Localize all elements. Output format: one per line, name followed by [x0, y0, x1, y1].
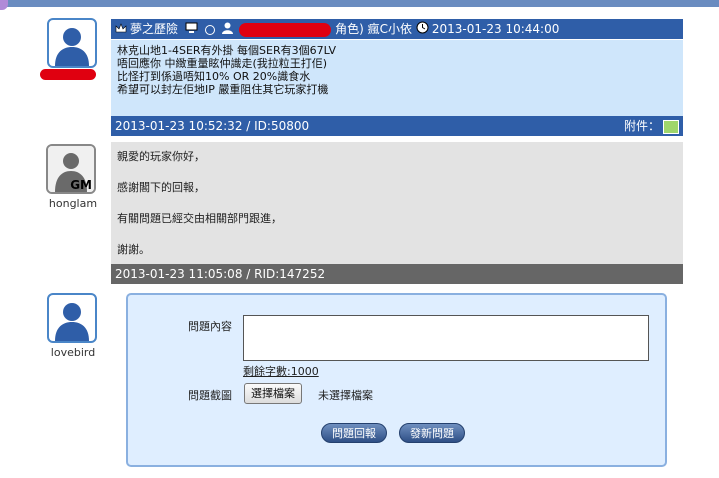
screenshot-label: 問題截圖 [188, 389, 232, 402]
top-bar [0, 0, 719, 10]
avatar [47, 18, 97, 68]
server-name: 瘋C小依 [367, 22, 413, 36]
crown-icon [115, 20, 127, 40]
role-suffix: 角色) [335, 22, 364, 36]
reply-line: 感謝閣下的回報， [117, 181, 205, 194]
computer-icon [185, 20, 198, 40]
player-name: 夢之歷險 [130, 22, 179, 36]
content-textarea[interactable] [243, 315, 649, 361]
image-thumbnail-icon[interactable] [663, 119, 679, 134]
post-line: 希望可以封左佢地IP 嚴重阻住其它玩家打機 [117, 83, 329, 96]
reply-line: 親愛的玩家你好， [117, 150, 205, 163]
post-header: 夢之歷險 角色) 瘋C小依 2013-01-23 10:44:00 [111, 19, 683, 39]
post-body: 林克山地1-4SER有外掛 每個SER有3個67LV 唔回應你 中緻重量眩仲識走… [111, 40, 683, 116]
my-username: lovebird [50, 346, 96, 359]
server-dot-icon [204, 24, 215, 35]
top-corner-decoration [0, 0, 8, 10]
attachment-label: 附件： [623, 119, 660, 133]
remaining-chars: 剩餘字數:1000 [243, 365, 319, 378]
attachment[interactable]: 附件： [624, 116, 679, 136]
reply-body: 親愛的玩家你好， 感謝閣下的回報， 有關問題已經交由相關部門跟進， 謝謝。 [111, 142, 683, 264]
clock-icon [416, 20, 429, 40]
reply-footer: 2013-01-23 11:05:08 / RID:147252 [111, 264, 683, 284]
post-footer-text: 2013-01-23 10:52:32 / ID:50800 [115, 119, 310, 133]
person-icon [221, 20, 233, 40]
no-file-text: 未選擇檔案 [318, 389, 373, 402]
redaction-mark [40, 69, 96, 80]
user-silhouette-icon [55, 303, 89, 341]
post-line: 林克山地1-4SER有外掛 每個SER有3個67LV [117, 44, 337, 57]
reply-footer-text: 2013-01-23 11:05:08 / RID:147252 [115, 267, 326, 281]
post-footer: 2013-01-23 10:52:32 / ID:50800 附件： [111, 116, 683, 136]
post-line: 比怪打到係過唔知10% OR 20%識食水 [117, 70, 311, 83]
report-button[interactable]: 問題回報 [321, 423, 387, 443]
reply-username: honglam [48, 197, 98, 210]
redaction-mark [239, 22, 332, 37]
header-time: 2013-01-23 10:44:00 [431, 22, 560, 36]
choose-file-button[interactable]: 選擇檔案 [244, 383, 302, 404]
reply-line: 有關問題已經交由相關部門跟進， [117, 212, 282, 225]
gm-avatar: GM [46, 144, 96, 194]
reply-form: 問題內容 剩餘字數:1000 問題截圖 選擇檔案 未選擇檔案 問題回報 發新問題 [126, 293, 667, 467]
new-question-button[interactable]: 發新問題 [399, 423, 465, 443]
gm-badge: GM [70, 178, 92, 192]
user-silhouette-icon [55, 28, 89, 66]
post-line: 唔回應你 中緻重量眩仲識走(我拉粒王打佢) [117, 57, 328, 70]
content-label: 問題內容 [188, 320, 232, 333]
my-avatar [47, 293, 97, 343]
